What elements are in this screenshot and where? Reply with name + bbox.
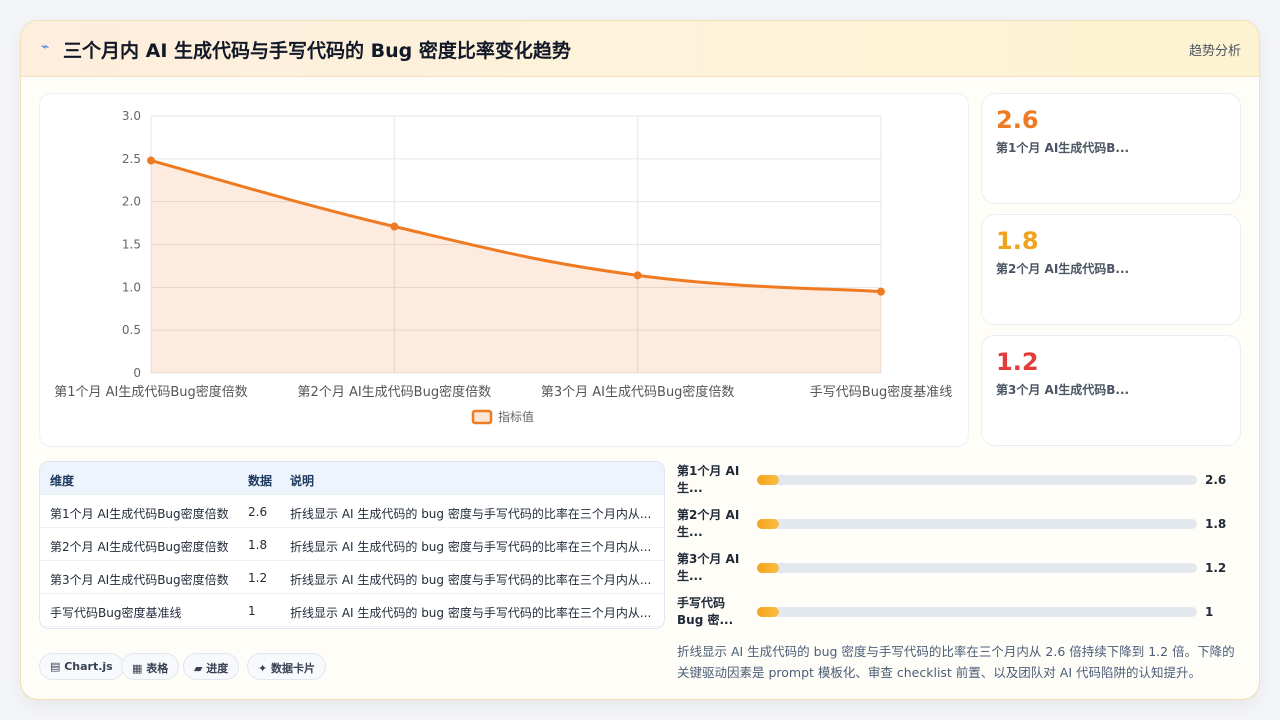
progress-label: 第1个月 AI 生... [677,464,740,495]
progress-row: 第3个月 AI 生... 1.2 [677,551,1237,587]
kpi-label: 第2个月 AI生成代码B... [996,262,1130,276]
data-point [877,287,885,296]
table-cell: 折线显示 AI 生成代码的 bug 密度与手写代码的比率在三个月内从... [290,573,652,587]
kpi-value: 1.8 [996,227,1039,255]
table-row: 第3个月 AI生成代码Bug密度倍数 1.2 折线显示 AI 生成代码的 bug… [40,561,664,594]
table-cell: 折线显示 AI 生成代码的 bug 密度与手写代码的比率在三个月内从... [290,606,652,620]
progress-value: 2.6 [1205,473,1227,487]
data-point [390,222,399,231]
y-tick-label: 0 [133,366,141,380]
table-row: 第2个月 AI生成代码Bug密度倍数 1.8 折线显示 AI 生成代码的 bug… [40,528,664,561]
kpi-card-2: 1.8 第2个月 AI生成代码B... [981,214,1241,325]
header: ⌁ 三个月内 AI 生成代码与手写代码的 Bug 密度比率变化趋势 趋势分析 [21,21,1259,77]
kpi-card-1: 2.6 第1个月 AI生成代码B... [981,93,1241,204]
chip-data-cards[interactable]: ✦ 数据卡片 [247,653,327,680]
chart-card: 0 0.5 1.0 1.5 2.0 2.5 3.0 第1个月 AI生成代码Bug密度倍数 第2个… [39,93,969,447]
progress-value: 1.2 [1205,561,1227,575]
progress-label: 手写代码Bug 密... [677,596,734,627]
progress-track [757,519,1197,529]
kpi-card-3: 1.2 第3个月 AI生成代码B... [981,335,1241,446]
table-cell: 第1个月 AI生成代码Bug密度倍数 [50,507,229,521]
table-row: 手写代码Bug密度基准线 1 折线显示 AI 生成代码的 bug 密度与手写代码… [40,594,664,627]
kpi-value: 1.2 [996,348,1039,376]
data-point [633,271,642,280]
data-point [147,156,155,165]
table-cell: 折线显示 AI 生成代码的 bug 密度与手写代码的比率在三个月内从... [290,507,652,521]
table-cell: 1.8 [248,538,268,552]
table-cell: 1.2 [248,571,268,585]
progress-track [757,563,1197,573]
chip-chartjs[interactable]: ▤ Chart.js [39,653,124,680]
progress-fill [757,475,779,485]
x-tick-label: 第2个月 AI生成代码Bug密度倍数 [298,384,492,400]
table-header-row: 维度 数据 说明 [40,462,664,495]
progress-track [757,607,1197,617]
table-cell: 手写代码Bug密度基准线 [50,606,182,620]
progress-fill [757,563,779,573]
table-row: 第1个月 AI生成代码Bug密度倍数 2.6 折线显示 AI 生成代码的 bug… [40,495,664,528]
chip-table[interactable]: ▦ 表格 [121,653,180,680]
line-chart: 0 0.5 1.0 1.5 2.0 2.5 3.0 第1个月 AI生成代码Bug密度倍数 第2个… [54,109,952,425]
progress-track [757,475,1197,485]
legend-swatch [471,409,493,425]
table-cell: 2.6 [248,505,268,519]
chip-progress[interactable]: ▰ 进度 [183,653,240,680]
progress-fill [757,607,779,617]
progress-label: 第2个月 AI 生... [677,508,740,539]
table-cell: 折线显示 AI 生成代码的 bug 密度与手写代码的比率在三个月内从... [290,540,652,554]
legend-label: 指标值 [498,409,534,424]
summary-text: 折线显示 AI 生成代码的 bug 密度与手写代码的比率在三个月内从 2.6 倍… [677,644,1235,680]
table-header-cell: 说明 [290,474,315,488]
table-cell: 第2个月 AI生成代码Bug密度倍数 [50,540,229,554]
y-tick-label: 0.5 [122,323,141,337]
y-tick-label: 1.0 [122,280,141,294]
table-header-cell: 维度 [50,474,75,488]
progress-value: 1 [1205,605,1214,619]
progress-fill [757,519,779,529]
progress-value: 1.8 [1205,517,1227,531]
kpi-label: 第1个月 AI生成代码B... [996,141,1130,155]
progress-label: 第3个月 AI 生... [677,552,740,583]
kpi-label: 第3个月 AI生成代码B... [996,383,1130,397]
x-tick-label: 第3个月 AI生成代码Bug密度倍数 [541,384,735,400]
kpi-value: 2.6 [996,106,1039,134]
y-tick-label: 2.5 [122,152,141,166]
x-tick-label: 手写代码Bug密度基准线 [810,384,952,400]
table-header-cell: 数据 [248,474,273,488]
table-cell: 第3个月 AI生成代码Bug密度倍数 [50,573,229,587]
progress-row: 第1个月 AI 生... 2.6 [677,463,1237,499]
y-tick-label: 1.5 [122,238,141,252]
x-tick-label: 第1个月 AI生成代码Bug密度倍数 [54,384,248,400]
progress-row: 第2个月 AI 生... 1.8 [677,507,1237,543]
data-table: 维度 数据 说明 第1个月 AI生成代码Bug密度倍数 2.6 折线显示 AI … [39,461,665,629]
page-title: 三个月内 AI 生成代码与手写代码的 Bug 密度比率变化趋势 [63,40,571,62]
y-tick-label: 2.0 [122,195,141,209]
table-cell: 1 [248,604,256,618]
progress-row: 手写代码Bug 密... 1 [677,595,1237,631]
y-tick-label: 3.0 [122,109,141,123]
chart-line-icon: ⌁ [41,39,50,55]
dashboard-frame: ⌁ 三个月内 AI 生成代码与手写代码的 Bug 密度比率变化趋势 趋势分析 0… [20,20,1260,700]
header-tag: 趋势分析 [1188,44,1241,59]
